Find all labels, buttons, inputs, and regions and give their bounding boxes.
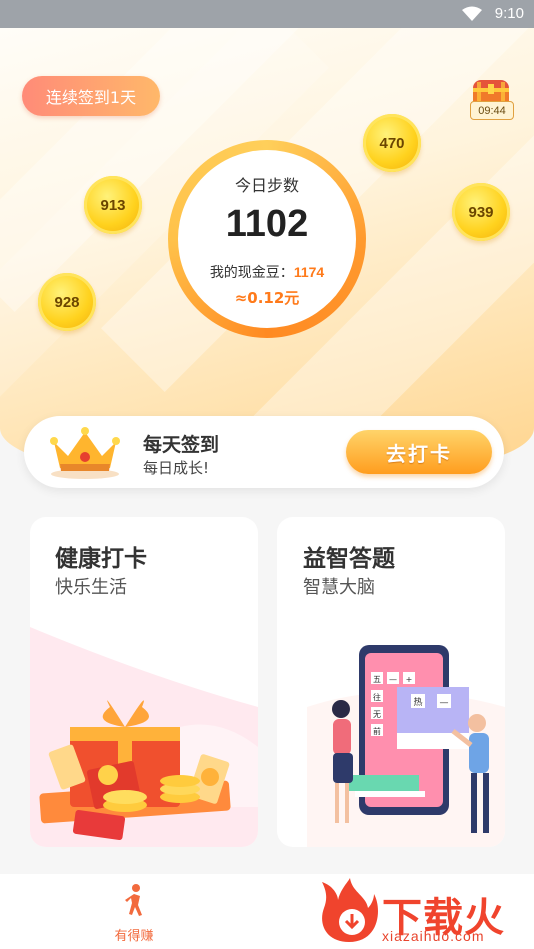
signin-streak-badge[interactable]: 连续签到1天 [22,76,160,116]
quiz-char: 前 [373,726,381,736]
checkin-button[interactable]: 去打卡 [346,430,492,474]
card-title: 健康打卡 [55,546,147,572]
wifi-icon [462,6,482,21]
card-subtitle: 快乐生活 [55,577,127,598]
status-bar [0,0,534,28]
chest-timer: 09:44 [470,101,514,120]
watermark-url: xiazaihuo.com [382,928,485,944]
card-title: 益智答题 [303,546,395,572]
beans-row: 我的现金豆：1174 [178,262,356,282]
coin-bubble[interactable]: 928 [38,273,96,331]
status-time: 9:10 [494,5,524,22]
steps-label: 今日步数 [234,176,299,195]
daily-checkin-title: 每天签到 [143,434,220,456]
quiz-illustration: 五 — + 往 无 前 热 — [307,645,505,847]
quiz-char: 往 [373,692,381,702]
walking-icon[interactable] [122,883,148,919]
quiz-char: + [406,675,413,684]
steps-value: 1102 [225,203,309,245]
quiz-char: — [440,698,449,708]
gift-illustration [30,627,258,847]
coin-bubble[interactable]: 470 [363,114,421,172]
quiz-char: 热 [413,696,422,708]
health-checkin-card[interactable]: 健康打卡 快乐生活 [30,517,258,847]
fire-logo-icon [322,878,378,942]
quiz-char: — [389,675,397,684]
quiz-card[interactable]: 益智答题 智慧大脑 五 — + 往 无 前 热 — [277,517,505,847]
yuan-value: ≈0.12元 [234,289,300,307]
coin-bubble[interactable]: 913 [84,176,142,234]
crown-icon [50,427,120,479]
nav-tab-earn[interactable]: 有得赚 [104,925,164,944]
card-subtitle: 智慧大脑 [303,577,375,598]
beans-label: 我的现金豆： [209,265,294,281]
daily-checkin-subtitle: 每日成长! [143,459,210,477]
quiz-char: 无 [373,710,381,719]
beans-value: 1174 [293,264,325,280]
coin-bubble[interactable]: 939 [452,183,510,241]
quiz-char: 五 [373,675,381,684]
